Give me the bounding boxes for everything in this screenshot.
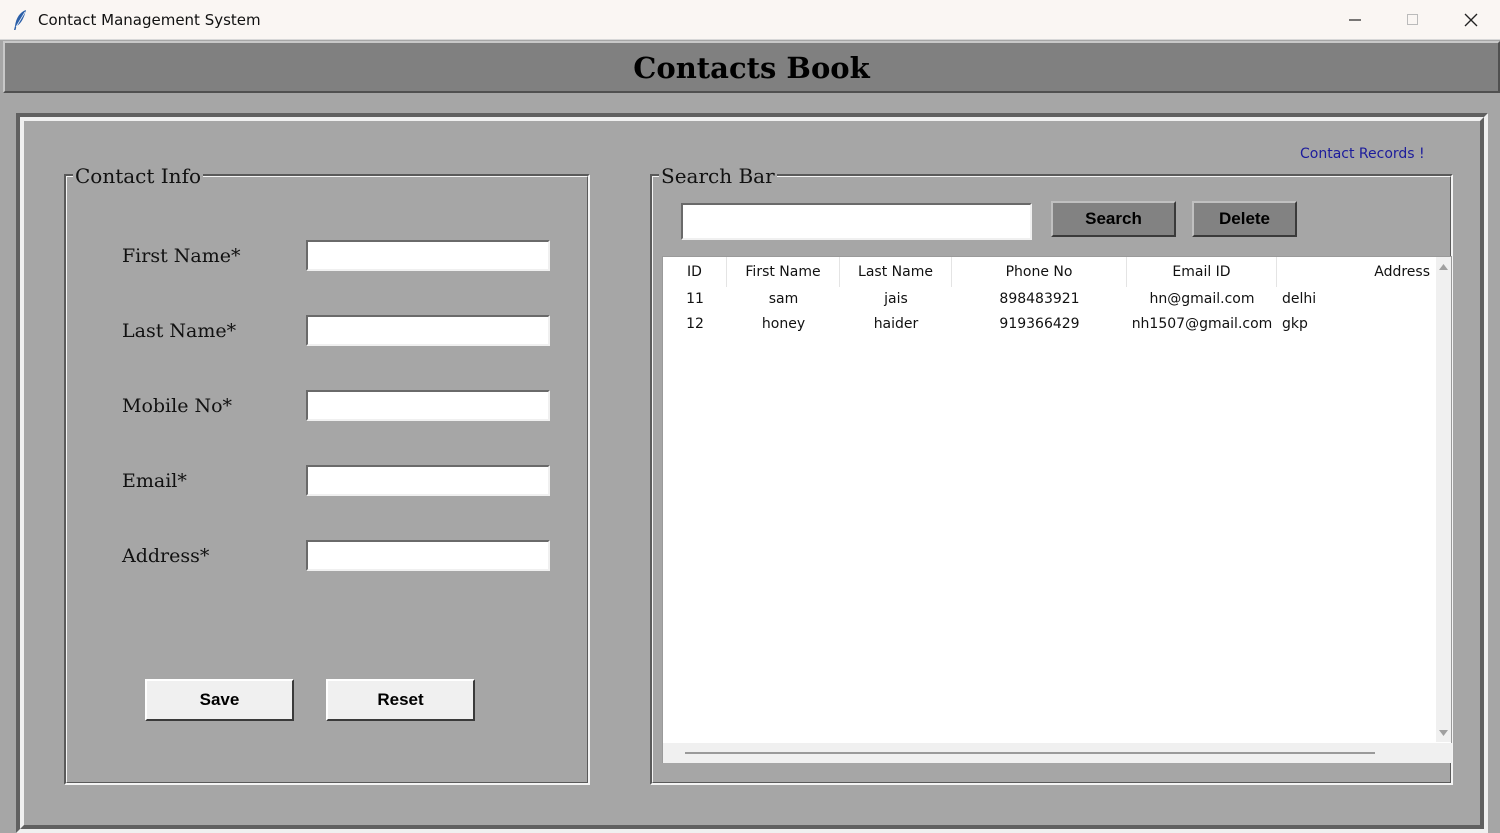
cell-last-name: jais: [884, 291, 908, 307]
cell-first-name: honey: [761, 316, 806, 332]
save-button[interactable]: Save: [145, 679, 294, 721]
search-bar-title: Search Bar: [659, 164, 777, 188]
cell-first-name: sam: [768, 291, 799, 307]
cell-phone-no: 919366429: [999, 316, 1080, 332]
delete-button[interactable]: Delete: [1192, 201, 1297, 237]
contact-records-label: Contact Records !: [1300, 146, 1425, 162]
cell-id: 12: [686, 316, 704, 332]
cell-email-id: nh1507@gmail.com: [1131, 316, 1273, 332]
cell-address: delhi: [1282, 291, 1317, 307]
feather-icon: [14, 10, 26, 30]
reset-button[interactable]: Reset: [326, 679, 475, 721]
column-header-first-name[interactable]: First Name: [727, 257, 840, 287]
column-header-id[interactable]: ID: [663, 257, 727, 287]
maximize-icon: [1407, 14, 1418, 25]
mobile-no-input[interactable]: [306, 390, 550, 421]
horizontal-scrollbar[interactable]: [663, 743, 1452, 763]
cell-phone-no: 898483921: [999, 291, 1080, 307]
column-header-email-id[interactable]: Email ID: [1127, 257, 1277, 287]
close-icon: [1464, 13, 1478, 27]
close-button[interactable]: [1442, 0, 1500, 40]
page-title: Contacts Book: [633, 51, 870, 85]
first-name-input[interactable]: [306, 240, 550, 271]
table-row[interactable]: 11 sam jais 898483921 hn@gmail.com delhi: [663, 287, 1438, 312]
vertical-scrollbar[interactable]: [1436, 257, 1451, 742]
column-header-phone-no[interactable]: Phone No: [952, 257, 1127, 287]
address-input[interactable]: [306, 540, 550, 571]
column-header-address[interactable]: Address: [1277, 257, 1438, 287]
cell-id: 11: [686, 291, 704, 307]
contacts-table[interactable]: ID First Name Last Name Phone No Email I…: [662, 256, 1452, 763]
mobile-no-label: Mobile No*: [122, 395, 233, 417]
window-title: Contact Management System: [38, 11, 261, 29]
cell-email-id: hn@gmail.com: [1149, 291, 1255, 307]
app-header: Contacts Book: [3, 41, 1500, 93]
email-label: Email*: [122, 470, 187, 492]
email-input[interactable]: [306, 465, 550, 496]
search-input[interactable]: [681, 203, 1032, 240]
last-name-label: Last Name*: [122, 320, 237, 342]
column-header-last-name[interactable]: Last Name: [840, 257, 952, 287]
cell-address: gkp: [1282, 316, 1308, 332]
table-header: ID First Name Last Name Phone No Email I…: [663, 257, 1438, 287]
table-row[interactable]: 12 honey haider 919366429 nh1507@gmail.c…: [663, 312, 1438, 337]
arrow-up-icon[interactable]: [1436, 259, 1451, 275]
cell-last-name: haider: [873, 316, 919, 332]
window-titlebar: Contact Management System: [0, 0, 1500, 40]
minimize-button[interactable]: [1326, 0, 1384, 40]
first-name-label: First Name*: [122, 245, 241, 267]
search-button[interactable]: Search: [1051, 201, 1176, 237]
contact-info-title: Contact Info: [73, 164, 204, 188]
minimize-icon: [1349, 19, 1361, 21]
arrow-down-icon[interactable]: [1436, 725, 1451, 741]
last-name-input[interactable]: [306, 315, 550, 346]
address-label: Address*: [122, 545, 210, 567]
maximize-button[interactable]: [1384, 0, 1442, 40]
horizontal-scroll-thumb[interactable]: [685, 752, 1375, 754]
